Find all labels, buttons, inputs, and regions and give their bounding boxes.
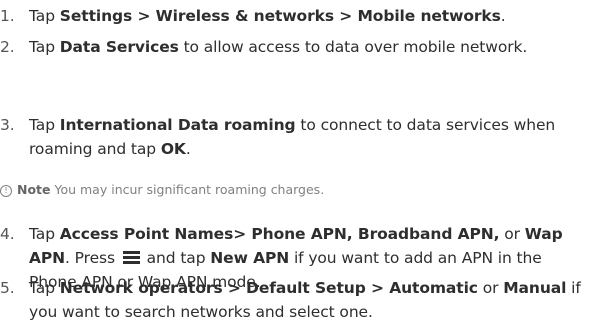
button-name: OK [160,140,186,158]
option-name: Manual [503,279,567,297]
text-run: or [499,225,525,243]
text-run: Tap [29,7,60,25]
step-number: 1. [0,7,15,25]
text-run: Tap [29,279,60,297]
step-text: Tap Data Services to allow access to dat… [29,35,585,59]
text-run: Tap [29,38,60,56]
menu-path: Network operators > Default Setup > Auto… [59,279,478,297]
step-number: 4. [0,225,15,243]
text-run: and tap [141,249,211,267]
info-circle-icon: ! [0,185,12,197]
instruction-document: 1. Tap Settings > Wireless & networks > … [0,0,593,329]
step-number: 2. [0,38,15,56]
step-text: Tap Network operators > Default Setup > … [29,276,585,324]
option-name: New APN [210,249,290,267]
setting-name: International Data roaming [59,116,296,134]
step-text: Tap International Data roaming to connec… [29,113,585,161]
text-run: . [500,7,506,25]
note-text: You may incur significant roaming charge… [50,182,325,197]
text-run: Tap [29,225,60,243]
text-run: or [477,279,504,297]
step-text: Tap Settings > Wireless & networks > Mob… [29,4,585,28]
menu-path: Settings > Wireless & networks > Mobile … [59,7,501,25]
note: ! Note You may incur significant roaming … [0,181,593,199]
text-run: Tap [29,116,60,134]
step-number: 5. [0,279,15,297]
text-run: to allow access to data over mobile netw… [178,38,528,56]
note-label: Note [17,182,51,197]
text-run: . [185,140,191,158]
text-run: . Press [65,249,120,267]
menu-path: Access Point Names> Phone APN, Broadband… [59,225,500,243]
setting-name: Data Services [59,38,179,56]
step-number: 3. [0,116,15,134]
menu-key-icon [122,247,140,264]
